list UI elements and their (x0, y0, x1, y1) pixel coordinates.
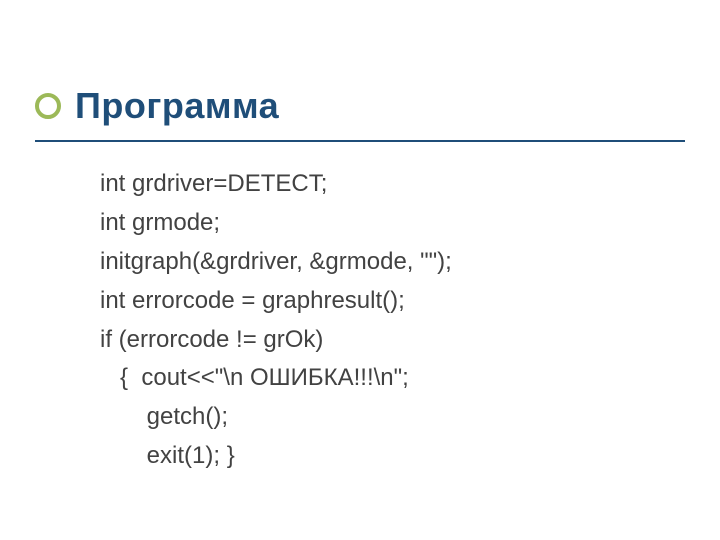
title-row: Программа (35, 85, 279, 127)
code-line: if (errorcode != grOk) (100, 321, 452, 360)
slide-title: Программа (75, 85, 279, 127)
code-block: int grdriver=DETECT; int grmode; initgra… (100, 165, 452, 476)
slide: Программа int grdriver=DETECT; int grmod… (0, 0, 720, 540)
bullet-icon (35, 93, 61, 119)
code-line: int grdriver=DETECT; (100, 165, 452, 204)
code-line: int errorcode = graphresult(); (100, 282, 452, 321)
code-line: exit(1); } (100, 437, 452, 476)
code-line: int grmode; (100, 204, 452, 243)
code-line: { cout<<"\n ОШИБКА!!!\n"; (100, 359, 452, 398)
title-divider (35, 140, 685, 142)
code-line: initgraph(&grdriver, &grmode, ""); (100, 243, 452, 282)
code-line: getch(); (100, 398, 452, 437)
